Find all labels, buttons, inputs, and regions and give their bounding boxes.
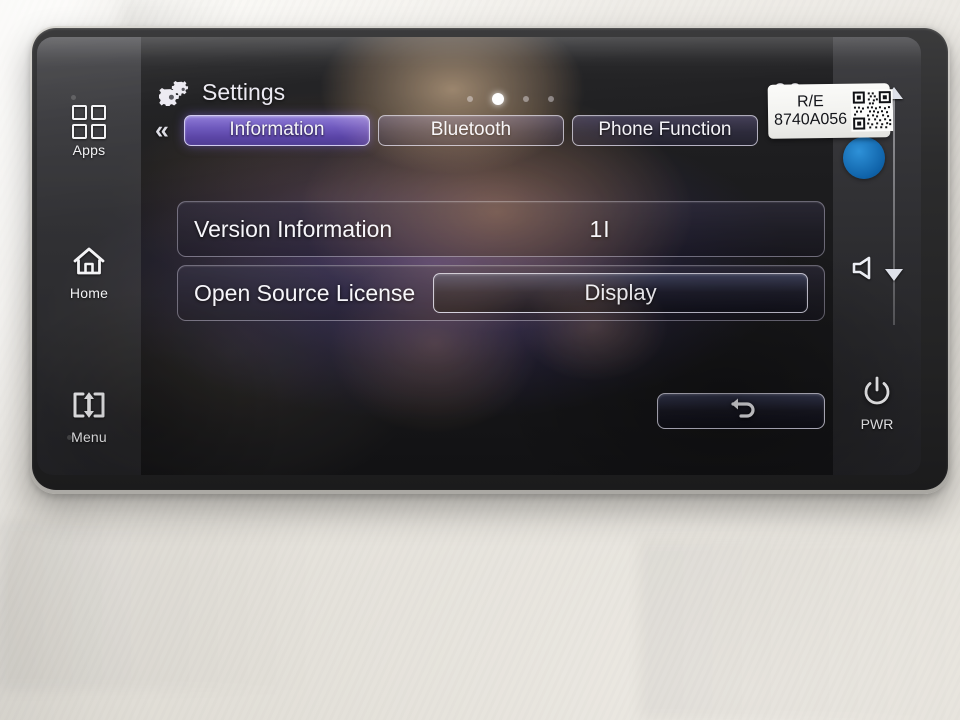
tab-bluetooth-label: Bluetooth bbox=[430, 119, 512, 140]
page-title-text: Settings bbox=[202, 79, 286, 105]
left-sidebar: Apps Home Menu bbox=[37, 37, 141, 475]
page-dot[interactable] bbox=[548, 96, 554, 102]
menu-updown-icon bbox=[37, 389, 141, 426]
tab-bluetooth[interactable]: Bluetooth bbox=[377, 114, 564, 146]
page-dot-active[interactable] bbox=[492, 93, 504, 105]
settings-list: Version Information 1I Open Source Licen… bbox=[177, 201, 825, 329]
inventory-sticker: R/E 8740A056 bbox=[767, 83, 894, 139]
page-indicator-dots bbox=[467, 93, 554, 105]
page-dot[interactable] bbox=[523, 96, 529, 102]
page-title: Settings bbox=[157, 79, 286, 108]
screen-speck bbox=[67, 435, 72, 440]
tab-phone-function[interactable]: Phone Function bbox=[571, 114, 758, 146]
screen-speck bbox=[71, 95, 76, 100]
tab-phone-function-label: Phone Function bbox=[598, 119, 732, 140]
row-label-open-source-license: Open Source License bbox=[194, 279, 416, 306]
power-button[interactable]: PWR bbox=[833, 375, 921, 432]
display-button[interactable]: Display bbox=[433, 273, 808, 313]
volume-down-icon[interactable] bbox=[885, 269, 903, 281]
sticker-line-1: R/E bbox=[796, 93, 824, 111]
row-version-information[interactable]: Version Information 1I bbox=[177, 201, 825, 257]
qr-code-icon bbox=[850, 89, 894, 132]
power-label: PWR bbox=[860, 416, 894, 432]
page-dot[interactable] bbox=[467, 96, 473, 102]
power-icon bbox=[833, 375, 921, 414]
sidebar-item-apps[interactable]: Apps bbox=[37, 105, 141, 158]
previous-arrow-icon[interactable]: « bbox=[155, 116, 169, 145]
gears-icon bbox=[157, 80, 193, 108]
sidebar-item-home[interactable]: Home bbox=[37, 245, 141, 301]
sticker-text: R/E 8740A056 bbox=[774, 93, 847, 130]
back-arrow-icon bbox=[721, 396, 761, 427]
tab-information[interactable]: Information bbox=[183, 114, 370, 146]
speaker-icon[interactable] bbox=[851, 255, 881, 281]
sidebar-label-apps: Apps bbox=[72, 142, 106, 158]
sidebar-item-menu[interactable]: Menu bbox=[37, 389, 141, 445]
back-button[interactable] bbox=[657, 393, 825, 429]
sticker-line-2: 8740A056 bbox=[774, 110, 848, 129]
row-label-version-information: Version Information bbox=[194, 215, 393, 242]
blue-indicator-dot bbox=[843, 137, 885, 179]
row-value-version: 1I bbox=[589, 215, 611, 242]
settings-tab-bar: « Information Bluetooth Phone Function bbox=[155, 114, 841, 146]
sidebar-label-home: Home bbox=[69, 285, 109, 301]
volume-slider-track[interactable] bbox=[893, 95, 895, 325]
home-icon bbox=[37, 245, 141, 282]
row-open-source-license: Open Source License Display bbox=[177, 265, 825, 321]
apps-grid-icon bbox=[72, 105, 106, 139]
tab-information-label: Information bbox=[229, 119, 325, 140]
sidebar-label-menu: Menu bbox=[71, 429, 107, 445]
